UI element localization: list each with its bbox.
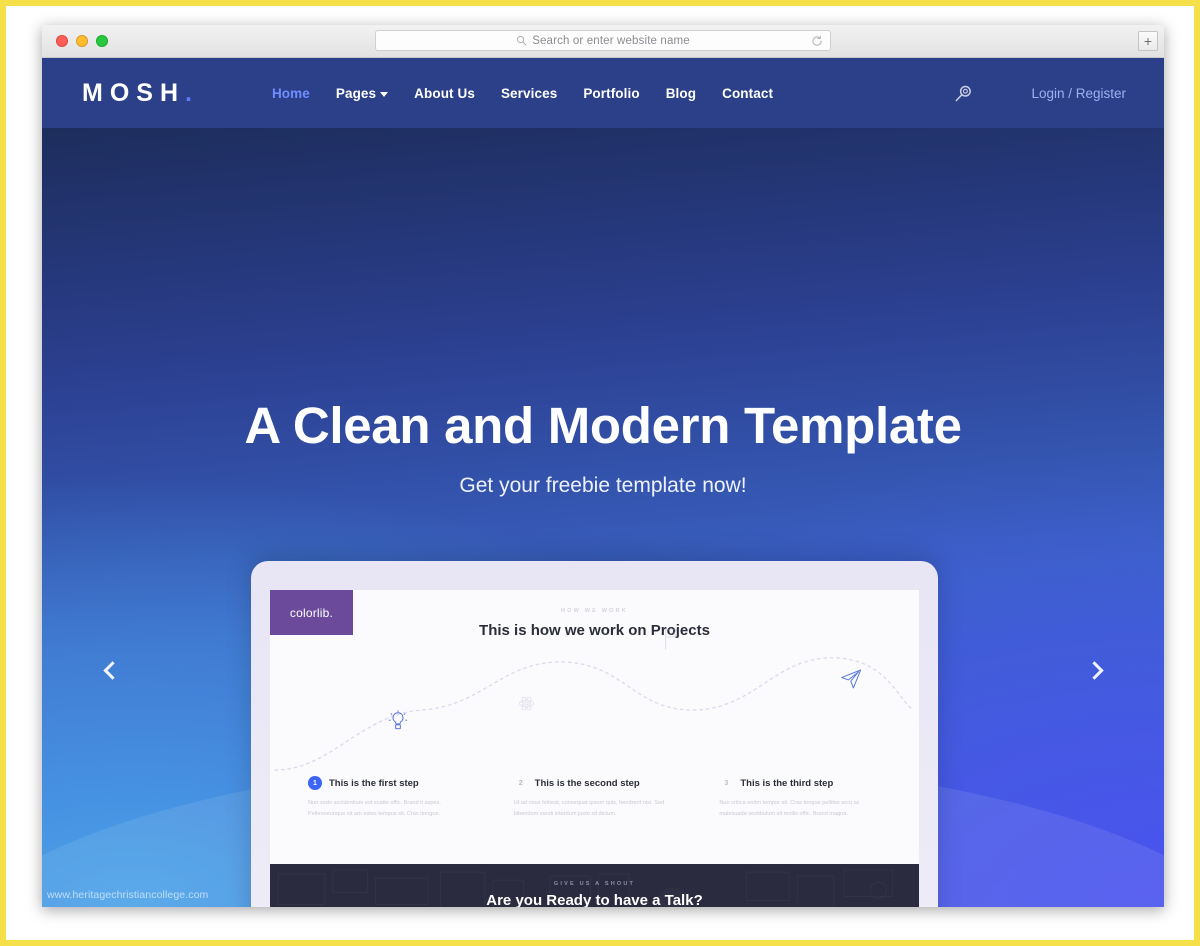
site-navbar: MOSH. Home Pages About Us Services Portf… xyxy=(42,58,1164,128)
step-number: 3 xyxy=(724,779,729,787)
step-body: Ut ad risus fekteat, consequat ipsum qui… xyxy=(513,800,665,818)
workflow-step: 3 This is the third step Nun critica eni… xyxy=(719,776,899,821)
navbar-right-group: Login / Register xyxy=(954,84,1126,103)
hero-section: A Clean and Modern Template Get your fre… xyxy=(42,128,1164,907)
nav-item-blog[interactable]: Blog xyxy=(666,86,696,101)
step-title: This is the second step xyxy=(534,777,640,789)
mockup-eyebrow: HOW WE WORK xyxy=(561,608,628,614)
new-tab-button[interactable]: + xyxy=(1138,31,1158,51)
carousel-next-button[interactable] xyxy=(1072,648,1116,692)
nav-label: About Us xyxy=(414,85,475,101)
mockup-workflow-panel: colorlib. HOW WE WORK This is how we wor… xyxy=(270,590,919,864)
address-bar[interactable]: Search or enter website name xyxy=(375,30,831,51)
site-logo-dot: . xyxy=(185,78,192,107)
cta-eyebrow: GIVE US A SHOUT xyxy=(553,881,636,887)
hero-subtitle: Get your freebie template now! xyxy=(459,474,747,497)
tablet-mockup: colorlib. HOW WE WORK This is how we wor… xyxy=(251,561,938,907)
step-number: 1 xyxy=(308,776,322,790)
workflow-step: 2 This is the second step Ut ad risus fe… xyxy=(514,776,694,821)
login-register-link[interactable]: Login / Register xyxy=(1031,86,1126,101)
nav-item-home[interactable]: Home xyxy=(272,86,310,101)
step-header: 1 This is the first step xyxy=(308,776,488,790)
mockup-heading: This is how we work on Projects xyxy=(479,622,710,639)
main-nav: Home Pages About Us Services Portfolio B… xyxy=(272,86,773,101)
hero-title: A Clean and Modern Template xyxy=(244,397,962,454)
window-controls xyxy=(56,35,108,47)
search-icon[interactable] xyxy=(954,84,973,103)
zoom-window-button[interactable] xyxy=(96,35,108,47)
tablet-screen: colorlib. HOW WE WORK This is how we wor… xyxy=(270,590,919,907)
site-logo-text: MOSH xyxy=(82,78,185,107)
step-header: 2 This is the second step xyxy=(514,776,694,790)
nav-item-about-us[interactable]: About Us xyxy=(414,86,475,101)
minimize-window-button[interactable] xyxy=(76,35,88,47)
step-body: Nun sodo accidentium est scatte offic. B… xyxy=(308,800,441,818)
close-window-button[interactable] xyxy=(56,35,68,47)
nav-label: Contact xyxy=(722,85,774,101)
address-placeholder: Search or enter website name xyxy=(532,34,690,47)
step-title: This is the first step xyxy=(329,777,419,789)
browser-titlebar: Search or enter website name + xyxy=(42,25,1164,58)
workflow-step: 1 This is the first step Nun sodo accide… xyxy=(308,776,488,821)
nav-item-portfolio[interactable]: Portfolio xyxy=(583,86,639,101)
screenshot-frame: Search or enter website name + MOSH. Hom… xyxy=(0,0,1200,946)
step-body: Nun critica enitm tempor sit. Cras tongu… xyxy=(719,800,860,818)
nav-label: Home xyxy=(271,85,310,101)
atom-icon xyxy=(518,696,535,711)
step-title: This is the third step xyxy=(740,777,834,789)
nav-item-pages[interactable]: Pages xyxy=(335,85,389,101)
carousel-prev-button[interactable] xyxy=(90,648,134,692)
step-header: 3 This is the third step xyxy=(719,776,899,790)
nav-label: Services xyxy=(500,85,558,101)
chevron-left-icon xyxy=(102,660,122,680)
mockup-cta-panel: GIVE US A SHOUT Are you Ready to have a … xyxy=(270,864,919,907)
site-logo[interactable]: MOSH. xyxy=(82,79,192,108)
watermark-text: www.heritagechristiancollege.com xyxy=(47,889,209,901)
cta-heading: Are you Ready to have a Talk? xyxy=(486,892,703,907)
workflow-dotted-path xyxy=(274,657,915,771)
paper-plane-icon xyxy=(841,669,862,689)
nav-item-services[interactable]: Services xyxy=(501,86,557,101)
workflow-steps: 1 This is the first step Nun sodo accide… xyxy=(308,776,899,821)
lightbulb-icon xyxy=(388,710,408,730)
nav-item-contact[interactable]: Contact xyxy=(722,86,773,101)
browser-window: Search or enter website name + MOSH. Hom… xyxy=(42,25,1164,907)
nav-label: Blog xyxy=(665,85,697,101)
reload-icon[interactable] xyxy=(811,34,823,47)
chevron-down-icon xyxy=(380,91,389,97)
search-icon xyxy=(517,35,527,46)
chevron-right-icon xyxy=(1084,660,1104,680)
step-number: 2 xyxy=(518,779,523,787)
nav-label: Portfolio xyxy=(583,85,640,101)
flag-icon xyxy=(665,628,678,650)
nav-label: Pages xyxy=(335,85,377,101)
